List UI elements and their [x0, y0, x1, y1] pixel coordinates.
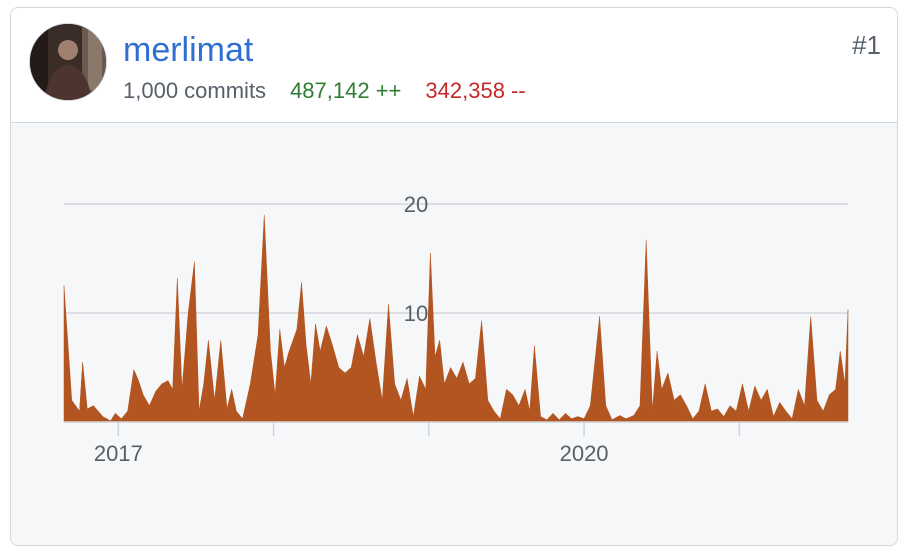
contribution-stats: 1,000 commits 487,142 ++ 342,358 -- — [123, 78, 526, 104]
contribution-chart: 2017 2020 10 20 — [63, 192, 849, 466]
chart-labels: 2017 2020 10 20 — [94, 192, 609, 466]
username-link[interactable]: merlimat — [123, 30, 253, 70]
x-tick-label-2020: 2020 — [560, 441, 609, 466]
additions-count: 487,142 ++ — [290, 78, 402, 103]
x-tick-label-2017: 2017 — [94, 441, 143, 466]
y-tick-label-10: 10 — [404, 301, 428, 326]
chart-grid — [64, 203, 848, 314]
chart-area: 2017 2020 10 20 — [11, 123, 897, 545]
rank-label: #1 — [852, 30, 881, 60]
commits-count[interactable]: 1,000 commits — [123, 78, 266, 103]
contributor-header: merlimat #1 1,000 commits 487,142 ++ 342,3… — [11, 8, 897, 123]
avatar[interactable] — [29, 23, 107, 101]
chart-series — [63, 214, 849, 423]
y-tick-label-20: 20 — [404, 192, 428, 217]
avatar-image — [30, 24, 106, 100]
series-area-0 — [63, 214, 849, 423]
contributor-card: merlimat #1 1,000 commits 487,142 ++ 342,3… — [10, 7, 898, 546]
chart-x-axis — [64, 421, 848, 436]
deletions-count: 342,358 -- — [425, 78, 526, 103]
